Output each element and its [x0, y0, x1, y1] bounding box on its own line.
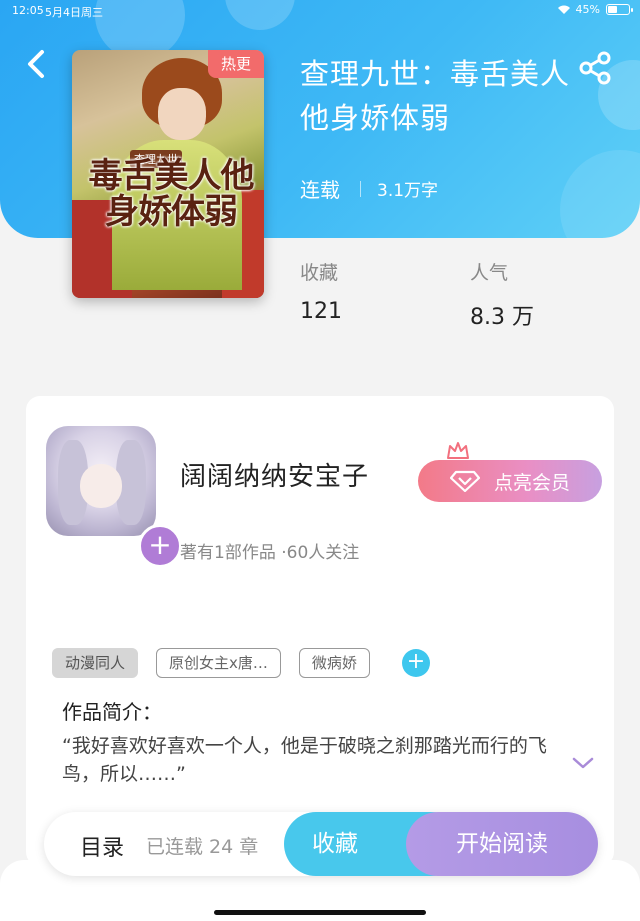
stat-favorites-value: 121	[300, 299, 342, 324]
cover-art-shape	[158, 88, 206, 140]
serial-status: 连载	[300, 178, 340, 202]
share-icon	[579, 51, 611, 85]
book-status-line: 连载 3.1万字	[300, 174, 438, 203]
divider	[360, 180, 361, 197]
chapter-count: 已连载 24 章	[146, 836, 259, 858]
status-date: 5月4日周三	[45, 6, 103, 19]
intro-text: “我好喜欢好喜欢一个人，他是于破晓之刹那踏光而行的飞鸟，所以……”	[62, 735, 547, 785]
hot-update-badge: 热更	[208, 50, 264, 78]
decor-bubble	[560, 150, 640, 238]
word-count: 3.1万字	[377, 181, 439, 201]
start-reading-button[interactable]: 开始阅读	[406, 812, 598, 876]
stat-favorites-label: 收藏	[300, 262, 339, 284]
share-button[interactable]	[578, 50, 614, 86]
follow-author-button[interactable]: +	[138, 524, 182, 568]
book-title: 查理九世：毒舌美人他身娇体弱	[300, 57, 571, 135]
avatar-art-shape	[80, 464, 122, 508]
intro-title: 作品简介：	[62, 700, 162, 724]
tag-item[interactable]: 原创女主x唐…	[156, 648, 281, 678]
add-tag-button[interactable]: +	[401, 649, 430, 677]
stat-favorites: 收藏 121	[300, 258, 342, 324]
wifi-icon	[557, 5, 570, 14]
chevron-down-icon[interactable]	[572, 756, 594, 770]
status-bar: 12:05 5月4日周三 45%	[0, 0, 640, 20]
battery-icon	[606, 4, 633, 15]
stat-popularity-value: 8.3 万	[470, 305, 534, 330]
author-name[interactable]: 阔阔纳纳安宝子	[180, 456, 369, 493]
diamond-icon	[449, 470, 480, 492]
stat-popularity: 人气 8.3 万	[470, 258, 534, 331]
bottom-action-bar: 目录 已连载 24 章 收藏 开始阅读	[44, 812, 598, 876]
vip-button[interactable]: 点亮会员	[418, 460, 602, 502]
chevron-left-icon	[28, 50, 44, 78]
stat-popularity-label: 人气	[470, 262, 509, 284]
tag-list: 动漫同人 原创女主x唐… 微病娇 +	[52, 648, 430, 678]
vip-label: 点亮会员	[493, 471, 570, 494]
cover-art-title: 毒舌美人他身娇体弱	[88, 156, 255, 232]
back-button[interactable]	[20, 44, 52, 84]
crown-icon	[447, 442, 469, 459]
tag-item[interactable]: 动漫同人	[52, 648, 139, 678]
status-time: 12:05	[12, 4, 44, 17]
home-indicator	[214, 910, 426, 915]
book-cover[interactable]: 查理九世 毒舌美人他身娇体弱 热更	[72, 50, 264, 298]
toc-button[interactable]: 目录	[80, 830, 124, 862]
author-avatar[interactable]: +	[46, 426, 182, 568]
battery-fill	[608, 6, 617, 13]
tag-item[interactable]: 微病娇	[298, 648, 370, 678]
battery-percent: 45%	[575, 3, 600, 16]
book-info-card: + 阔阔纳纳安宝子 点亮会员 著有1部作品 ·60人关注 动漫同人 原创女主x唐…	[26, 396, 614, 866]
author-meta: 著有1部作品 ·60人关注	[180, 543, 360, 563]
